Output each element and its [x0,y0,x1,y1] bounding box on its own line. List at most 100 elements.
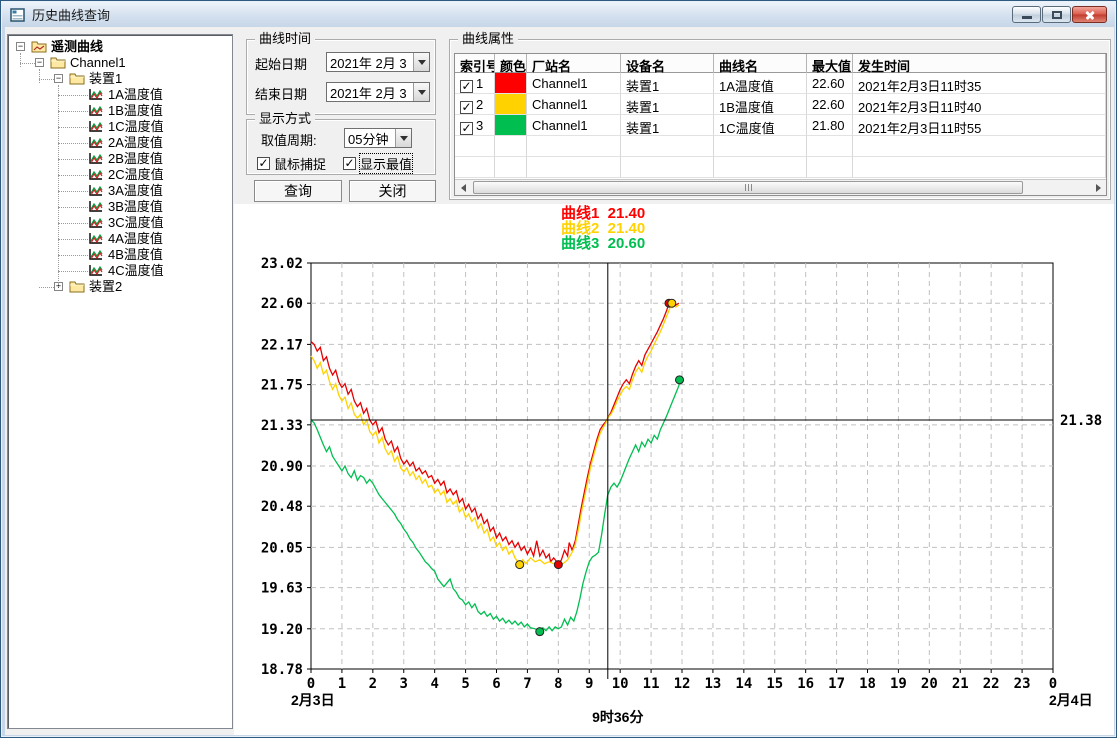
maximize-button[interactable] [1042,6,1071,23]
tree-connector-line [58,175,88,176]
curve-properties-table: 索引号颜色厂站名设备名曲线名最大值发生时间 ✓1Channel1装置11A温度值… [454,53,1107,196]
x-tick-label: 9 [585,676,593,692]
x-tick-label: 2 [369,676,377,692]
scrollbar-thumb[interactable] [473,181,1023,194]
start-date-value: 2021年 2月 3 [327,53,413,72]
tree-item-3B温度值[interactable]: 3B温度值 [8,199,232,215]
tree-item-1C温度值[interactable]: 1C温度值 [8,119,232,135]
y-tick-label: 20.48 [261,499,303,515]
tree-connector-line [58,95,88,96]
tree-connector-line [58,191,88,192]
period-dropdown-button[interactable] [395,129,411,147]
curve-properties-group-title: 曲线属性 [458,32,518,46]
curve-icon [88,168,104,181]
mouse-capture-checkbox[interactable]: ✓ [257,157,270,170]
scroll-right-button[interactable] [1090,180,1106,195]
y-tick-label: 20.05 [261,540,303,556]
column-header-最大值: 最大值 [807,54,853,73]
tree-item-3C温度值[interactable]: 3C温度值 [8,215,232,231]
tree-expander-minus[interactable]: − [54,74,63,83]
end-date-dropdown-button[interactable] [413,83,429,101]
table-row[interactable]: ✓2Channel1装置11B温度值22.602021年2月3日11时40 [455,94,1106,115]
tree-item-3A温度值[interactable]: 3A温度值 [8,183,232,199]
start-date-dropdown-button[interactable] [413,53,429,71]
tree-connector-line [58,271,88,272]
x-tick-label: 23 [1014,676,1031,692]
curve-time-group: 曲线时间 起始日期 2021年 2月 3 结束日期 2021年 2月 3 [246,39,436,115]
tree-item-2B温度值[interactable]: 2B温度值 [8,151,232,167]
chevron-down-icon [400,136,408,141]
app-icon [10,7,26,23]
column-header-发生时间: 发生时间 [853,54,1106,73]
folder-icon [50,56,66,69]
table-row-empty [455,136,1106,157]
x-tick-label: 19 [890,676,907,692]
column-header-设备名: 设备名 [621,54,714,73]
tree-item-label: 装置1 [89,71,122,87]
tree-item-label: 2C温度值 [108,167,164,183]
period-combobox[interactable]: 05分钟 [344,128,412,148]
close-button[interactable] [1072,6,1107,23]
minimize-button[interactable] [1012,6,1041,23]
arrow-right-icon [1096,184,1101,192]
x-date-right-label: 2月4日 [1049,692,1093,708]
query-button[interactable]: 查询 [254,180,342,202]
tree-item-4B温度值[interactable]: 4B温度值 [8,247,232,263]
x-tick-label: 21 [952,676,969,692]
tree-item-1B温度值[interactable]: 1B温度值 [8,103,232,119]
tree-connector-line [58,143,88,144]
cell-time: 2021年2月3日11时35 [853,73,1106,94]
tree-connector-line [58,255,88,256]
cell-time: 2021年2月3日11时40 [853,94,1106,115]
tree-item-label: 1C温度值 [108,119,164,135]
close-dialog-button[interactable]: 关闭 [349,180,436,202]
tree-item-2C温度值[interactable]: 2C温度值 [8,167,232,183]
curve-icon [88,136,104,149]
cell-index: ✓2 [455,94,495,115]
tree-item-2A温度值[interactable]: 2A温度值 [8,135,232,151]
tree-item-遥测曲线[interactable]: −遥测曲线 [8,39,232,55]
chevron-down-icon [418,90,426,95]
curve-tree: −遥测曲线−Channel1−装置11A温度值1B温度值1C温度值2A温度值2B… [7,34,233,729]
tree-expander-minus[interactable]: − [35,58,44,67]
arrow-left-icon [461,184,466,192]
cell-curve: 1A温度值 [714,73,807,94]
tree-item-4A温度值[interactable]: 4A温度值 [8,231,232,247]
column-header-索引号: 索引号 [455,54,495,73]
crosshair-value-label: 21.38 [1060,413,1102,429]
end-date-combobox[interactable]: 2021年 2月 3 [326,82,430,102]
cell-index: ✓1 [455,73,495,94]
y-tick-label: 22.17 [261,337,303,353]
row-visible-checkbox[interactable]: ✓ [460,80,473,93]
column-header-厂站名: 厂站名 [527,54,621,73]
table-row[interactable]: ✓3Channel1装置11C温度值21.802021年2月3日11时55 [455,115,1106,136]
chevron-down-icon [418,60,426,65]
scroll-left-button[interactable] [455,180,471,195]
tree-expander-minus[interactable]: − [16,42,25,51]
row-visible-checkbox[interactable]: ✓ [460,122,473,135]
table-hscrollbar[interactable] [455,179,1106,195]
table-header: 索引号颜色厂站名设备名曲线名最大值发生时间 [455,54,1106,73]
tree-item-4C温度值[interactable]: 4C温度值 [8,263,232,279]
tree-item-Channel1[interactable]: −Channel1 [8,55,232,71]
maximize-icon [1052,11,1062,19]
start-date-combobox[interactable]: 2021年 2月 3 [326,52,430,72]
tree-item-label: 3C温度值 [108,215,164,231]
history-curve-chart[interactable]: 23.0222.6022.1721.7521.3320.9020.4820.05… [241,204,1117,731]
tree-connector-line [58,239,88,240]
series-3-max-marker [676,376,684,384]
x-tick-label: 18 [859,676,876,692]
series-2-max-marker [668,299,676,307]
row-visible-checkbox[interactable]: ✓ [460,101,473,114]
tree-item-1A温度值[interactable]: 1A温度值 [8,87,232,103]
y-tick-label: 19.63 [261,581,303,597]
table-row[interactable]: ✓1Channel1装置11A温度值22.602021年2月3日11时35 [455,73,1106,94]
tree-item-label: 4C温度值 [108,263,164,279]
cell-max: 21.80 [807,115,853,136]
show-extremes-checkbox[interactable]: ✓ [343,157,356,170]
cell-color [495,115,527,136]
show-extremes-label: 显示最值 [360,154,412,173]
tree-connector-line [58,85,59,287]
curve-icon [88,88,104,101]
x-tick-label: 11 [643,676,660,692]
